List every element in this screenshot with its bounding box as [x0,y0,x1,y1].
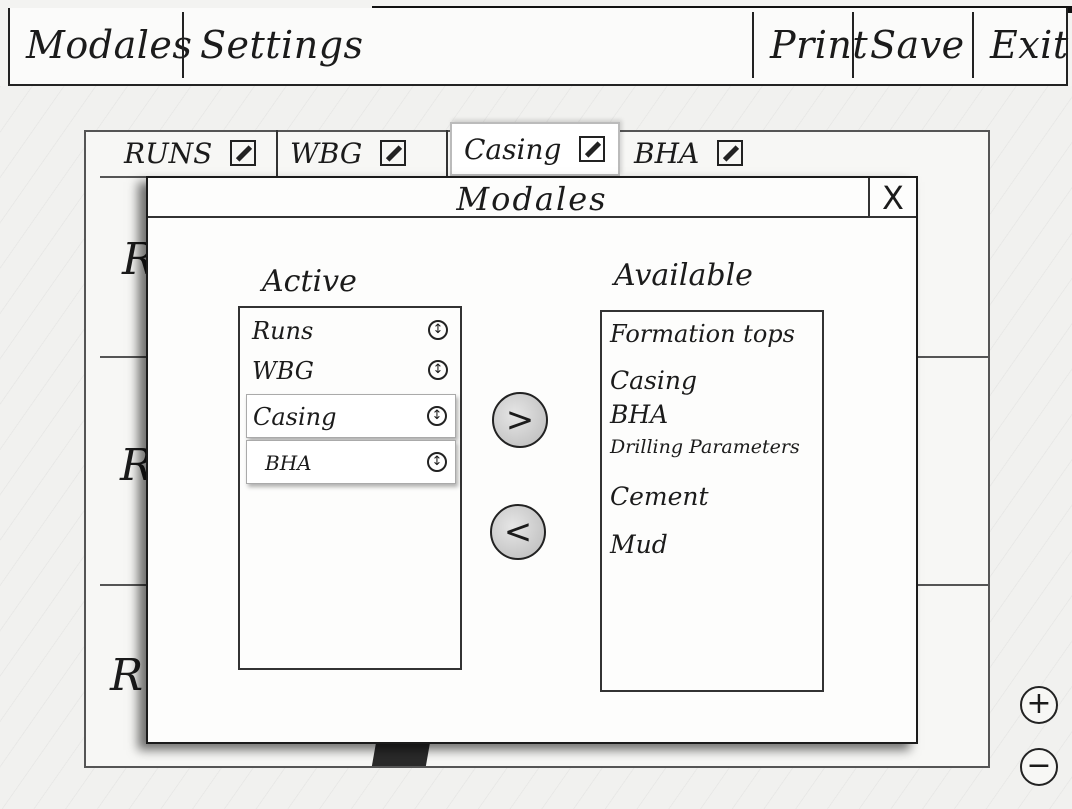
reorder-icon[interactable]: ↕ [428,320,448,340]
modules-dialog: Modales X Active Available Runs ↕ WBG ↕ … [146,176,918,744]
tab-casing-label: Casing [464,132,562,166]
zoom-out-button[interactable]: − [1020,748,1058,786]
tab-casing[interactable]: Casing [450,122,620,176]
menu-exit[interactable]: Exit [972,12,1068,78]
available-item[interactable]: Cement [610,482,709,511]
tab-wbg-label: WBG [290,136,363,170]
dialog-title: Modales [148,178,916,218]
pencil-icon[interactable] [579,136,606,162]
active-heading: Active [262,264,357,299]
available-list[interactable]: Formation tops Casing BHA Drilling Param… [600,310,824,692]
partial-dark-element [371,742,431,766]
reorder-icon[interactable]: ↕ [428,360,448,380]
tab-runs[interactable]: RUNS [112,130,278,176]
pencil-icon[interactable] [380,140,407,166]
tab-bha-label: BHA [634,136,700,170]
tab-runs-label: RUNS [124,136,213,170]
move-left-button[interactable]: < [490,504,546,560]
available-heading: Available [614,258,753,293]
menu-modules[interactable]: Modales [10,12,192,78]
active-item-wbg[interactable]: WBG ↕ [246,352,456,390]
row-divider [100,584,148,586]
row-divider [100,356,148,358]
pencil-icon[interactable] [230,140,257,166]
menu-save[interactable]: Save [852,12,972,78]
tab-wbg[interactable]: WBG [278,130,448,176]
active-item-label: WBG [252,357,314,385]
reorder-icon[interactable]: ↕ [427,406,447,426]
available-item[interactable]: Formation tops [610,320,795,348]
active-item-label: BHA [265,451,312,475]
menu-settings[interactable]: Settings [182,12,363,78]
move-right-button[interactable]: > [492,392,548,448]
active-item-runs[interactable]: Runs ↕ [246,312,456,350]
available-item[interactable]: Casing [610,366,697,395]
active-item-bha[interactable]: BHA ↕ [246,440,456,484]
active-list[interactable]: Runs ↕ WBG ↕ Casing ↕ BHA ↕ [238,306,462,670]
available-item[interactable]: BHA [610,400,668,429]
zoom-in-button[interactable]: + [1020,686,1058,724]
row-divider [918,356,988,358]
row-divider [918,584,988,586]
close-button[interactable]: X [868,178,916,218]
pencil-icon[interactable] [717,140,744,166]
available-item[interactable]: Mud [610,530,668,559]
menu-print[interactable]: Print [752,12,868,78]
row-label: R [110,650,144,701]
row-divider [100,176,148,178]
reorder-icon[interactable]: ↕ [427,452,447,472]
active-item-label: Casing [253,403,337,431]
active-item-casing[interactable]: Casing ↕ [246,394,456,438]
available-item[interactable]: Drilling Parameters [610,436,800,458]
active-item-label: Runs [252,317,314,345]
tab-bha[interactable]: BHA [622,130,792,176]
